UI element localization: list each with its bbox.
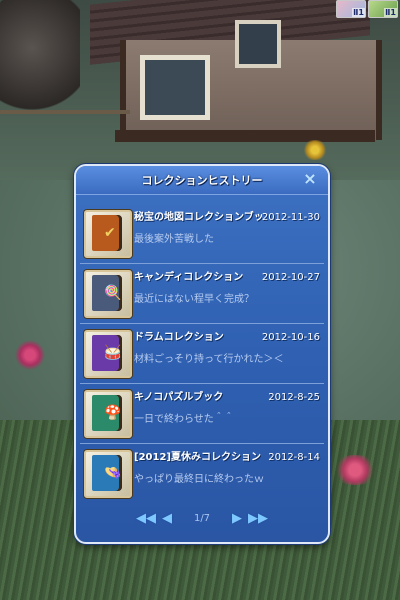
collection-date: 2012-10-27 bbox=[261, 272, 320, 283]
status-tile[interactable]: Ⅱ1 bbox=[336, 0, 366, 18]
collection-title: [2012]夏休みコレクション bbox=[134, 452, 261, 463]
close-icon[interactable]: × bbox=[302, 171, 318, 187]
collection-date: 2012-11-30 bbox=[261, 212, 320, 223]
flower-bush bbox=[330, 455, 380, 485]
collection-comment: 最後案外苦戦した bbox=[134, 234, 214, 245]
collection-history-panel: コレクションヒストリー × ✔ 秘宝の地図コレクションブック 2012-11-3… bbox=[74, 164, 330, 544]
flower-bush bbox=[300, 140, 330, 160]
next-page-icon[interactable]: ▶ bbox=[232, 511, 242, 526]
collection-date: 2012-10-16 bbox=[261, 332, 320, 343]
status-tile[interactable]: Ⅱ1 bbox=[368, 0, 398, 18]
collection-comment: やっぱり最終日に終わったｗ bbox=[134, 474, 264, 485]
mushroom-book-icon: 🍄 bbox=[84, 390, 132, 438]
collection-title: ドラムコレクション bbox=[134, 332, 224, 343]
status-tile-label: Ⅱ1 bbox=[352, 8, 365, 17]
collection-date: 2012-8-25 bbox=[268, 392, 320, 403]
treasure-map-book-icon: ✔ bbox=[84, 210, 132, 258]
collection-title: キャンディコレクション bbox=[134, 272, 244, 283]
first-page-icon[interactable]: ◀◀ bbox=[136, 511, 156, 526]
last-page-icon[interactable]: ▶▶ bbox=[248, 511, 268, 526]
summer-hat-book-icon: 👒 bbox=[84, 450, 132, 498]
flower-bush bbox=[10, 340, 50, 370]
house-window bbox=[235, 20, 281, 68]
prev-page-icon[interactable]: ◀ bbox=[162, 511, 172, 526]
collection-list: ✔ 秘宝の地図コレクションブック 2012-11-30 最後案外苦戦した 🍭 キ… bbox=[80, 204, 324, 503]
pagination: ◀◀ ◀ 1/7 ▶ ▶▶ bbox=[76, 508, 328, 528]
house-window bbox=[140, 55, 210, 120]
collection-title: 秘宝の地図コレクションブック bbox=[134, 212, 262, 223]
tree bbox=[0, 0, 80, 120]
collection-comment: 材料ごっそり持って行かれた＞＜ bbox=[134, 354, 284, 365]
list-item[interactable]: 🍭 キャンディコレクション 2012-10-27 最近にはない程早く完成？ bbox=[80, 264, 324, 324]
list-item[interactable]: 🍄 キノコパズルブック 2012-8-25 一日で終わらせた＾＾ bbox=[80, 384, 324, 444]
house-base bbox=[115, 130, 375, 142]
panel-title: コレクションヒストリー bbox=[141, 174, 263, 187]
status-indicators: Ⅱ1 Ⅱ1 bbox=[336, 0, 398, 18]
list-item[interactable]: ✔ 秘宝の地図コレクションブック 2012-11-30 最後案外苦戦した bbox=[80, 204, 324, 264]
page-indicator: 1/7 bbox=[193, 512, 211, 524]
collection-comment: 一日で終わらせた＾＾ bbox=[134, 414, 234, 425]
collection-date: 2012-8-14 bbox=[268, 452, 320, 463]
drum-book-icon: 🥁 bbox=[84, 330, 132, 378]
status-tile-label: Ⅱ1 bbox=[384, 8, 397, 17]
collection-comment: 最近にはない程早く完成？ bbox=[134, 294, 254, 305]
collection-title: キノコパズルブック bbox=[134, 392, 224, 403]
list-item[interactable]: 🥁 ドラムコレクション 2012-10-16 材料ごっそり持って行かれた＞＜ bbox=[80, 324, 324, 384]
panel-header: コレクションヒストリー × bbox=[76, 166, 328, 195]
list-item[interactable]: 👒 [2012]夏休みコレクション 2012-8-14 やっぱり最終日に終わった… bbox=[80, 444, 324, 503]
candy-book-icon: 🍭 bbox=[84, 270, 132, 318]
